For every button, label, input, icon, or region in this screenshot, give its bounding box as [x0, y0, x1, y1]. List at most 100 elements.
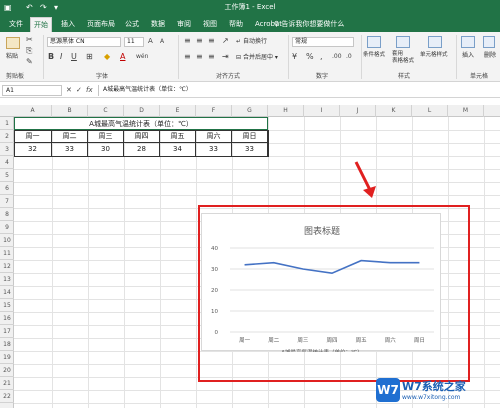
font-name-select[interactable]: 思源黑体 CN	[47, 37, 121, 47]
row-header-21[interactable]: 21	[0, 377, 14, 390]
row-header-13[interactable]: 13	[0, 273, 14, 286]
align-left-icon[interactable]: ≡	[184, 52, 191, 62]
day-cell[interactable]: 周四	[124, 130, 160, 143]
day-cell[interactable]: 周三	[88, 130, 124, 143]
temp-cell[interactable]: 30	[88, 143, 124, 156]
temp-cell[interactable]: 33	[52, 143, 88, 156]
column-header-j[interactable]: J	[340, 105, 376, 117]
temp-cell[interactable]: 33	[232, 143, 268, 156]
cell-a1-title[interactable]: A城最高气温统计表（单位：℃）	[14, 117, 268, 130]
cancel-icon[interactable]: ✕	[66, 85, 72, 95]
delete-cells-icon[interactable]	[483, 36, 495, 48]
merge-center-button[interactable]: ⊟ 合并后居中 ▾	[236, 53, 278, 62]
column-header-d[interactable]: D	[124, 105, 160, 117]
temp-cell[interactable]: 33	[196, 143, 232, 156]
tab-review[interactable]: 审阅	[174, 17, 194, 32]
row-header-17[interactable]: 17	[0, 325, 14, 338]
font-size-select[interactable]: 11	[124, 37, 144, 47]
cell-styles-icon[interactable]	[428, 36, 442, 48]
day-cell[interactable]: 周六	[196, 130, 232, 143]
column-header-e[interactable]: E	[160, 105, 196, 117]
row-header-20[interactable]: 20	[0, 364, 14, 377]
row-header-18[interactable]: 18	[0, 338, 14, 351]
delete-cells-button[interactable]: 删除	[484, 51, 496, 60]
format-painter-icon[interactable]: ✎	[26, 57, 33, 67]
bold-icon[interactable]: B	[48, 52, 54, 62]
comma-icon[interactable]: ,	[320, 52, 323, 62]
shrink-font-icon[interactable]: A	[160, 37, 164, 47]
insert-function-button[interactable]: fx	[86, 85, 93, 96]
column-header-g[interactable]: G	[232, 105, 268, 117]
name-box[interactable]: A1	[2, 85, 62, 96]
cell-styles-button[interactable]: 单元格样式	[420, 51, 448, 60]
paste-icon[interactable]	[6, 37, 20, 49]
phonetic-icon[interactable]: wén	[136, 52, 148, 62]
row-header-4[interactable]: 4	[0, 156, 14, 169]
number-format-select[interactable]: 常规	[292, 37, 354, 47]
tab-formulas[interactable]: 公式	[122, 17, 142, 32]
conditional-format-button[interactable]: 条件格式	[363, 51, 385, 60]
conditional-format-icon[interactable]	[367, 36, 381, 48]
row-header-8[interactable]: 8	[0, 208, 14, 221]
fill-color-icon[interactable]: ◆	[104, 52, 110, 62]
column-header-f[interactable]: F	[196, 105, 232, 117]
cut-icon[interactable]: ✂	[26, 35, 33, 45]
tell-me-search[interactable]: ♀ 告诉我你想要做什么	[274, 17, 344, 31]
day-cell[interactable]: 周五	[160, 130, 196, 143]
worksheet-grid[interactable]: ABCDEFGHIJKLM 1 2 3 4 5 6 7 8 9 10 11 12 13 14 15 16 17 1…	[0, 105, 500, 408]
column-header-l[interactable]: L	[412, 105, 448, 117]
align-center-icon[interactable]: ≡	[196, 52, 203, 62]
row-header-1[interactable]: 1	[0, 117, 14, 130]
increase-decimal-icon[interactable]: .00	[332, 52, 342, 62]
row-header-5[interactable]: 5	[0, 169, 14, 182]
column-header-b[interactable]: B	[52, 105, 88, 117]
column-header-k[interactable]: K	[376, 105, 412, 117]
tab-file[interactable]: 文件	[6, 17, 26, 32]
temp-cell[interactable]: 32	[14, 143, 52, 156]
row-header-16[interactable]: 16	[0, 312, 14, 325]
row-header-19[interactable]: 19	[0, 351, 14, 364]
insert-cells-icon[interactable]	[461, 36, 475, 48]
tab-view[interactable]: 视图	[200, 17, 220, 32]
column-header-c[interactable]: C	[88, 105, 124, 117]
column-header-h[interactable]: H	[268, 105, 304, 117]
indent-icon[interactable]: ⇥	[222, 52, 229, 62]
align-top-icon[interactable]: ≡	[184, 36, 191, 46]
underline-icon[interactable]: U	[71, 52, 77, 62]
row-header-2[interactable]: 2	[0, 130, 14, 143]
row-header-3[interactable]: 3	[0, 143, 14, 156]
align-bottom-icon[interactable]: ≡	[208, 36, 215, 46]
tab-home[interactable]: 开始	[30, 17, 52, 32]
day-cell[interactable]: 周二	[52, 130, 88, 143]
italic-icon[interactable]: I	[60, 52, 62, 62]
currency-icon[interactable]: ¥	[292, 52, 297, 62]
percent-icon[interactable]: %	[306, 52, 314, 62]
row-header-11[interactable]: 11	[0, 247, 14, 260]
row-header-9[interactable]: 9	[0, 221, 14, 234]
row-header-22[interactable]: 22	[0, 390, 14, 403]
align-middle-icon[interactable]: ≡	[196, 36, 203, 46]
day-cell[interactable]: 周一	[14, 130, 52, 143]
tab-insert[interactable]: 插入	[58, 17, 78, 32]
paste-button[interactable]: 粘贴	[6, 52, 18, 61]
wrap-text-button[interactable]: ↵ 自动换行	[236, 37, 267, 46]
column-header-m[interactable]: M	[448, 105, 484, 117]
tab-help[interactable]: 帮助	[226, 17, 246, 32]
format-as-table-button[interactable]: 套用 表格格式	[392, 51, 414, 65]
temp-cell[interactable]: 34	[160, 143, 196, 156]
formula-input[interactable]: A城最高气温统计表（单位：℃）	[98, 85, 498, 96]
row-header-14[interactable]: 14	[0, 286, 14, 299]
column-header-a[interactable]: A	[14, 105, 52, 117]
column-header-i[interactable]: I	[304, 105, 340, 117]
row-header-10[interactable]: 10	[0, 234, 14, 247]
enter-icon[interactable]: ✓	[76, 85, 82, 95]
day-cell[interactable]: 周日	[232, 130, 268, 143]
decrease-decimal-icon[interactable]: .0	[346, 52, 352, 62]
row-header-15[interactable]: 15	[0, 299, 14, 312]
temp-cell[interactable]: 28	[124, 143, 160, 156]
row-header-6[interactable]: 6	[0, 182, 14, 195]
grow-font-icon[interactable]: A	[148, 36, 153, 46]
align-right-icon[interactable]: ≡	[208, 52, 215, 62]
copy-icon[interactable]: ⎘	[26, 46, 32, 56]
format-as-table-icon[interactable]	[396, 36, 410, 48]
